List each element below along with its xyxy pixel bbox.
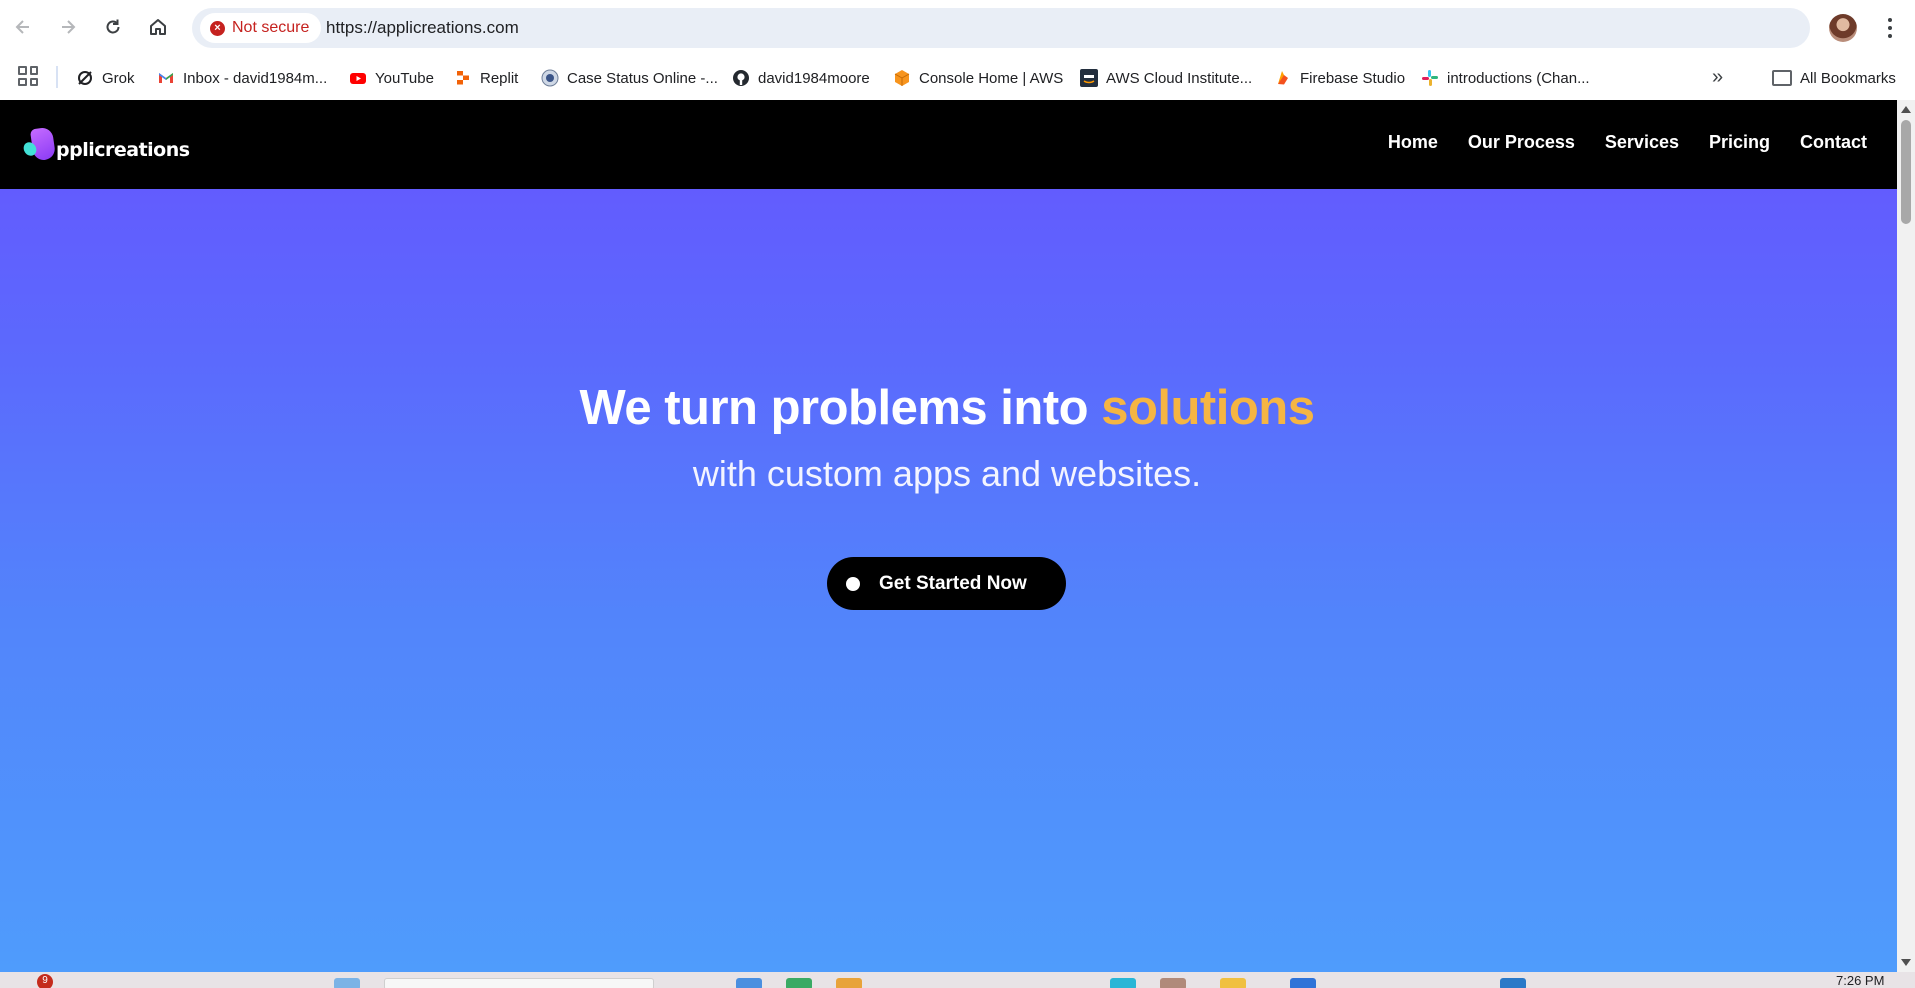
bookmark-label: Replit	[480, 69, 519, 87]
bookmark-aws-cloud-institute[interactable]: AWS Cloud Institute...	[1080, 64, 1252, 92]
get-started-button[interactable]: Get Started Now	[827, 557, 1066, 610]
nav-contact[interactable]: Contact	[1800, 132, 1867, 153]
bookmarks-separator	[56, 66, 58, 88]
bookmark-label: introductions (Chan...	[1447, 69, 1590, 87]
bookmark-label: david1984moore	[758, 69, 870, 87]
bookmark-label: Grok	[102, 69, 135, 87]
main-nav: Home Our Process Services Pricing Contac…	[1388, 132, 1867, 153]
uscis-icon	[541, 69, 559, 87]
scroll-thumb[interactable]	[1901, 120, 1911, 224]
github-icon	[733, 70, 749, 86]
bookmark-gmail[interactable]: Inbox - david1984m...	[157, 64, 327, 92]
security-chip[interactable]: × Not secure	[200, 13, 322, 43]
bookmark-label: Console Home | AWS	[919, 69, 1064, 87]
youtube-icon	[350, 73, 366, 84]
hero-title-main: We turn problems into	[579, 381, 1102, 435]
taskbar-app-icon[interactable]	[1160, 978, 1186, 988]
home-icon	[150, 19, 166, 35]
not-secure-icon: ×	[210, 20, 225, 36]
menu-dot-icon	[1888, 34, 1892, 38]
logo-text: pplicreations	[56, 139, 190, 161]
bookmark-replit[interactable]: Replit	[454, 64, 518, 92]
taskbar-app-icon[interactable]	[1290, 978, 1316, 988]
address-bar[interactable]: × Not secure https://applicreations.com	[192, 8, 1810, 48]
url-text[interactable]: https://applicreations.com	[326, 18, 519, 38]
bookmark-label: Inbox - david1984m...	[183, 69, 328, 87]
firebase-icon	[1278, 71, 1288, 85]
page-scrollbar[interactable]	[1897, 100, 1915, 972]
gmail-icon	[159, 73, 173, 83]
all-bookmarks-button[interactable]: All Bookmarks	[1772, 64, 1896, 92]
nav-pricing[interactable]: Pricing	[1709, 132, 1770, 153]
aws-icon	[1080, 69, 1098, 87]
site-header: pplicreations Home Our Process Services …	[0, 100, 1897, 189]
bookmark-slack[interactable]: introductions (Chan...	[1421, 64, 1590, 92]
arrow-right-icon	[62, 20, 76, 34]
nav-home[interactable]: Home	[1388, 132, 1438, 153]
apps-grid-icon[interactable]	[18, 66, 38, 86]
scroll-down-arrow-icon[interactable]	[1901, 959, 1911, 966]
taskbar-app-icon[interactable]	[736, 978, 762, 988]
bookmarks-bar: Grok Inbox - david1984m... YouTube Repli…	[0, 56, 1915, 100]
bookmark-label: AWS Cloud Institute...	[1106, 69, 1253, 87]
taskbar-app-icon[interactable]	[836, 978, 862, 988]
menu-dot-icon	[1888, 26, 1892, 30]
bookmark-grok[interactable]: Grok	[76, 64, 135, 92]
taskbar-app-icon[interactable]	[786, 978, 812, 988]
folder-icon	[1772, 70, 1792, 86]
arrow-left-icon	[15, 20, 29, 34]
forward-button[interactable]	[53, 12, 83, 42]
bookmark-label: YouTube	[375, 69, 434, 87]
home-button[interactable]	[143, 12, 173, 42]
bookmark-label: Firebase Studio	[1300, 69, 1406, 87]
browser-toolbar: × Not secure https://applicreations.com	[0, 0, 1915, 56]
aws-cube-icon	[894, 70, 910, 86]
site-logo[interactable]: pplicreations	[21, 126, 190, 162]
notification-badge[interactable]: 9	[37, 974, 53, 988]
profile-avatar[interactable]	[1829, 14, 1857, 42]
browser-menu-button[interactable]	[1878, 15, 1902, 41]
slack-icon	[1422, 70, 1438, 86]
taskbar-app-icon[interactable]	[1220, 978, 1246, 988]
security-label: Not secure	[232, 19, 310, 36]
bookmark-youtube[interactable]: YouTube	[349, 64, 434, 92]
taskbar-app-icon[interactable]	[1110, 978, 1136, 988]
hero-subtitle: with custom apps and websites.	[692, 453, 1202, 494]
taskbar-app-icon[interactable]	[1500, 978, 1526, 988]
hero-title: We turn problems into solutions	[0, 380, 1894, 436]
taskbar-search-box[interactable]	[384, 978, 654, 988]
replit-icon	[457, 71, 469, 85]
logo-mark-icon	[21, 126, 58, 162]
all-bookmarks-label: All Bookmarks	[1800, 69, 1896, 87]
nav-our-process[interactable]: Our Process	[1468, 132, 1575, 153]
back-button[interactable]	[8, 12, 38, 42]
nav-services[interactable]: Services	[1605, 132, 1679, 153]
reload-button[interactable]	[98, 12, 128, 42]
os-taskbar: 9 7:26 PM	[0, 972, 1915, 988]
bookmark-firebase[interactable]: Firebase Studio	[1274, 64, 1405, 92]
hero-title-accent: solutions	[1101, 381, 1315, 435]
button-dot-icon	[846, 576, 860, 591]
more-bookmarks-button[interactable]: »	[1712, 66, 1723, 89]
web-page: pplicreations Home Our Process Services …	[0, 100, 1897, 972]
taskbar-clock[interactable]: 7:26 PM	[1836, 973, 1884, 988]
menu-dot-icon	[1888, 18, 1892, 22]
reload-icon	[106, 19, 120, 34]
scroll-up-arrow-icon[interactable]	[1901, 106, 1911, 113]
taskbar-app-icon[interactable]	[334, 978, 360, 988]
grok-icon	[78, 71, 92, 85]
bookmark-case-status[interactable]: Case Status Online -...	[541, 64, 718, 92]
get-started-label: Get Started Now	[879, 572, 1027, 594]
bookmark-label: Case Status Online -...	[567, 69, 718, 87]
bookmark-aws-console[interactable]: Console Home | AWS	[893, 64, 1063, 92]
bookmark-github[interactable]: david1984moore	[732, 64, 870, 92]
